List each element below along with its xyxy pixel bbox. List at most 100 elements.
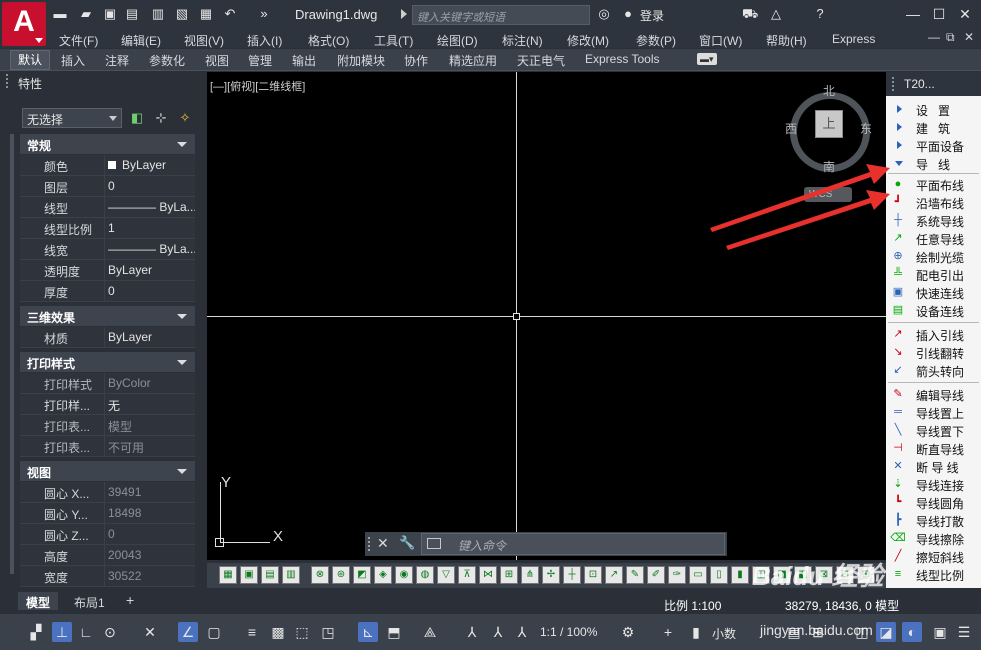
tool-system-wire[interactable]: ┼ 系统导线	[886, 211, 981, 229]
selection-cycling-icon[interactable]: ⬚	[292, 622, 312, 642]
3dosnap-icon[interactable]: ◳	[318, 622, 338, 642]
section-3d-effects[interactable]: 三维效果	[20, 306, 195, 326]
prop-value[interactable]: ByLayer	[104, 327, 195, 347]
prop-row-plot-style[interactable]: 打印样式 ByColor	[20, 373, 195, 394]
annotation-scale-icon[interactable]: ⅄	[512, 622, 532, 642]
close-button[interactable]: ✕	[954, 4, 976, 24]
clean-screen-icon[interactable]: ◐	[902, 622, 922, 642]
tool-icon[interactable]: ⊼	[458, 566, 476, 584]
tool-icon[interactable]: ▣	[240, 566, 258, 584]
prop-row-color[interactable]: 颜色 ByLayer	[20, 155, 195, 176]
search-input[interactable]: 键入关键字或短语	[412, 5, 590, 25]
tool-icon[interactable]: ⋈	[479, 566, 497, 584]
tool-wire-bottom[interactable]: ╲ 导线置下	[886, 421, 981, 439]
otrack-icon[interactable]: ∠	[178, 622, 198, 642]
prop-value[interactable]: 0	[104, 281, 195, 301]
tool-insert-leader[interactable]: ↗ 插入引线	[886, 325, 981, 343]
cart-icon[interactable]: ⛟	[742, 6, 758, 22]
customize-menu-icon[interactable]: ☰	[954, 622, 974, 642]
prop-row-layer[interactable]: 图层 0	[20, 176, 195, 197]
tab-insert[interactable]: 插入	[61, 52, 85, 69]
tab-default[interactable]: 默认	[10, 50, 51, 70]
tool-icon[interactable]: ✎	[626, 566, 644, 584]
tab-featured-apps[interactable]: 精选应用	[449, 52, 497, 69]
gear-icon[interactable]: ⚙	[618, 622, 638, 642]
tool-icon[interactable]: ⊛	[332, 566, 350, 584]
wrench-icon[interactable]: 🔧	[399, 535, 415, 551]
palette-grip-icon[interactable]	[6, 74, 10, 88]
maximize-button[interactable]: ☐	[928, 4, 950, 24]
tool-icon[interactable]: ◍	[416, 566, 434, 584]
close-icon[interactable]: ✕	[377, 535, 389, 552]
dynamic-ucs-icon[interactable]: ⊾	[358, 622, 378, 642]
user-icon[interactable]: ●	[620, 6, 636, 22]
viewport-controls[interactable]: [—][俯视][二维线框]	[210, 78, 305, 94]
lineweight-icon[interactable]: ≡	[242, 622, 262, 642]
menu-insert[interactable]: 插入(I)	[247, 32, 282, 49]
undo-icon[interactable]: ↶	[222, 6, 238, 22]
doc-close-icon[interactable]: ✕	[964, 30, 974, 44]
palette-scrollbar[interactable]	[10, 134, 14, 574]
print-icon[interactable]: ▦	[198, 6, 214, 22]
new-icon[interactable]: ▬	[52, 6, 68, 22]
more-icon[interactable]: »	[256, 6, 272, 22]
tool-icon[interactable]: ⊗	[311, 566, 329, 584]
binoculars-icon[interactable]: ◎	[596, 6, 612, 22]
fullscreen-icon[interactable]: ▣	[930, 622, 950, 642]
menu-draw[interactable]: 绘图(D)	[437, 32, 478, 49]
tab-manage[interactable]: 管理	[248, 52, 272, 69]
menu-format[interactable]: 格式(O)	[308, 32, 349, 49]
menu-view[interactable]: 视图(V)	[184, 32, 224, 49]
tab-model[interactable]: 模型	[18, 592, 59, 610]
tab-express-tools[interactable]: Express Tools	[585, 52, 659, 66]
prop-row-material[interactable]: 材质 ByLayer	[20, 327, 195, 348]
ortho-icon[interactable]: ∟	[76, 622, 96, 642]
menu-modify[interactable]: 修改(M)	[567, 32, 609, 49]
tool-device-connect[interactable]: ▤ 设备连线	[886, 301, 981, 319]
tab-view[interactable]: 视图	[205, 52, 229, 69]
compass-north[interactable]: 北	[823, 82, 835, 99]
tool-icon[interactable]: ◉	[395, 566, 413, 584]
category-settings[interactable]: 设置	[886, 100, 981, 118]
tool-quick-connect[interactable]: ▣ 快速连线	[886, 283, 981, 301]
gizmo-icon[interactable]: ⟁	[420, 622, 440, 642]
tool-icon[interactable]: ┼	[563, 566, 581, 584]
tool-icon[interactable]: ▭	[689, 566, 707, 584]
tab-addins[interactable]: 附加模块	[337, 52, 385, 69]
tool-wall-wiring[interactable]: ┛ 沿墙布线	[886, 193, 981, 211]
select-objects-icon[interactable]: ⊹	[152, 109, 170, 127]
space-indicator[interactable]: 模型	[875, 599, 899, 613]
open-icon[interactable]: ▰	[78, 6, 94, 22]
category-architecture[interactable]: 建筑	[886, 118, 981, 136]
tab-layout1[interactable]: 布局1	[66, 592, 113, 610]
tab-collaborate[interactable]: 协作	[404, 52, 428, 69]
auto-scale-icon[interactable]: ⅄	[488, 622, 508, 642]
tool-wire-top[interactable]: ═ 导线置上	[886, 403, 981, 421]
snap-icon[interactable]: ▞	[26, 622, 46, 642]
tool-plan-wiring[interactable]: ● 平面布线	[886, 175, 981, 193]
hardware-icon[interactable]: ◪	[876, 622, 896, 642]
prop-value[interactable]: 0	[104, 176, 195, 196]
section-plot-style[interactable]: 打印样式	[20, 352, 195, 372]
command-line-grip-icon[interactable]	[368, 537, 373, 551]
prop-row-linetype[interactable]: 线型 ———— ByLa...	[20, 197, 195, 218]
add-layout-icon[interactable]: +	[120, 592, 140, 610]
tool-palette-header[interactable]: T20...	[886, 72, 981, 96]
drawing-canvas[interactable]: [—][俯视][二维线框] 上 北 南 西 东 WCS Y X	[207, 72, 886, 560]
tool-distribution-out[interactable]: ╩ 配电引出	[886, 265, 981, 283]
menu-parametric[interactable]: 参数(P)	[636, 32, 676, 49]
tab-output[interactable]: 输出	[292, 52, 316, 69]
plus-icon[interactable]: +	[658, 622, 678, 642]
save-icon[interactable]: ▣	[102, 6, 118, 22]
tool-arrow-turn[interactable]: ↙ 箭头转向	[886, 361, 981, 379]
tab-tangent-electric[interactable]: 天正电气	[517, 52, 565, 69]
prop-row-thickness[interactable]: 厚度 0	[20, 281, 195, 302]
tool-wire-explode[interactable]: ┣ 导线打散	[886, 511, 981, 529]
infer-icon[interactable]: ⊥	[52, 622, 72, 642]
tool-icon[interactable]: ✑	[668, 566, 686, 584]
doc-restore-icon[interactable]: ⧉	[946, 30, 955, 45]
tab-parametric[interactable]: 参数化	[149, 52, 185, 69]
category-wiring[interactable]: 导线	[886, 154, 981, 172]
units-indicator[interactable]: 小数	[712, 625, 736, 642]
tool-icon[interactable]: ◈	[374, 566, 392, 584]
